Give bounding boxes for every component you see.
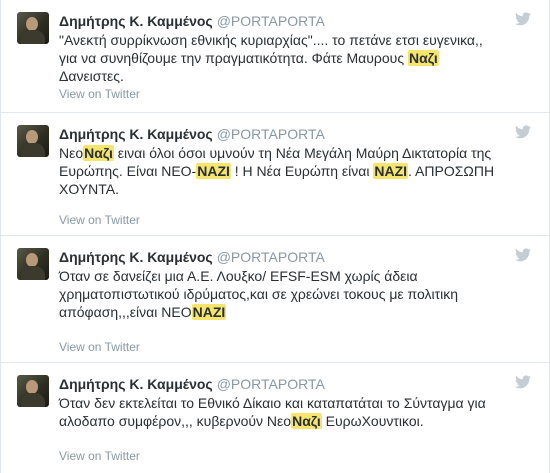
- tweet-header: Δημήτρης Κ. Καμμένος @PORTAPORTA: [59, 248, 325, 266]
- author-name[interactable]: Δημήτρης Κ. Καμμένος: [59, 13, 213, 29]
- highlighted-term: ΝΑΖΙ: [191, 304, 227, 320]
- highlighted-term: Ναζι: [291, 413, 322, 429]
- tweet-text: "Ανεκτή συρρίκνωση εθνικής κυριαρχίας"..…: [59, 32, 487, 84]
- tweet-text: ΝεοΝαζι ειναι όλοι όσοι υμνούν τη Νέα Με…: [59, 145, 498, 197]
- tweet-header: Δημήτρης Κ. Καμμένος @PORTAPORTA: [59, 375, 325, 393]
- author-handle[interactable]: @PORTAPORTA: [217, 13, 325, 29]
- view-on-twitter-link[interactable]: View on Twitter: [59, 340, 140, 354]
- avatar[interactable]: [17, 248, 49, 280]
- author-handle[interactable]: @PORTAPORTA: [217, 126, 325, 142]
- tweet: Δημήτρης Κ. Καμμένος @PORTAPORTA "Ανεκτή …: [1, 0, 549, 113]
- avatar[interactable]: [17, 375, 49, 407]
- tweet-feed: Δημήτρης Κ. Καμμένος @PORTAPORTA "Ανεκτή …: [0, 0, 550, 473]
- author-name[interactable]: Δημήτρης Κ. Καμμένος: [59, 249, 213, 265]
- highlighted-term: Ναζι: [83, 145, 114, 161]
- highlighted-term: ΝΑΖΙ: [196, 163, 231, 179]
- twitter-bird-icon[interactable]: [515, 248, 531, 262]
- avatar[interactable]: [17, 125, 49, 157]
- twitter-bird-icon[interactable]: [515, 125, 531, 139]
- tweet: Δημήτρης Κ. Καμμένος @PORTAPORTA Όταν δεν…: [1, 363, 549, 473]
- author-name[interactable]: Δημήτρης Κ. Καμμένος: [59, 376, 213, 392]
- author-name[interactable]: Δημήτρης Κ. Καμμένος: [59, 126, 213, 142]
- tweet: Δημήτρης Κ. Καμμένος @PORTAPORTA ΝεοΝαζι …: [1, 113, 549, 236]
- author-handle[interactable]: @PORTAPORTA: [217, 376, 325, 392]
- highlighted-term: ΝΑΖΙ: [373, 163, 409, 179]
- avatar[interactable]: [17, 12, 49, 44]
- twitter-bird-icon[interactable]: [515, 12, 531, 26]
- highlighted-term: Ναζι: [407, 50, 439, 66]
- tweet-text: Όταν δεν εκτελείται το Εθνικό Δίκαιο και…: [59, 395, 490, 429]
- view-on-twitter-link[interactable]: View on Twitter: [59, 213, 140, 227]
- tweet: Δημήτρης Κ. Καμμένος @PORTAPORTA Όταν σε …: [1, 236, 549, 363]
- tweet-header: Δημήτρης Κ. Καμμένος @PORTAPORTA: [59, 125, 325, 143]
- tweet-header: Δημήτρης Κ. Καμμένος @PORTAPORTA: [59, 12, 325, 30]
- author-handle[interactable]: @PORTAPORTA: [217, 249, 325, 265]
- view-on-twitter-link[interactable]: View on Twitter: [59, 449, 140, 463]
- twitter-bird-icon[interactable]: [515, 375, 531, 389]
- view-on-twitter-link[interactable]: View on Twitter: [59, 87, 140, 101]
- tweet-text: Όταν σε δανείζει μια Α.Ε. Λουξκο/ EFSF-E…: [59, 268, 462, 320]
